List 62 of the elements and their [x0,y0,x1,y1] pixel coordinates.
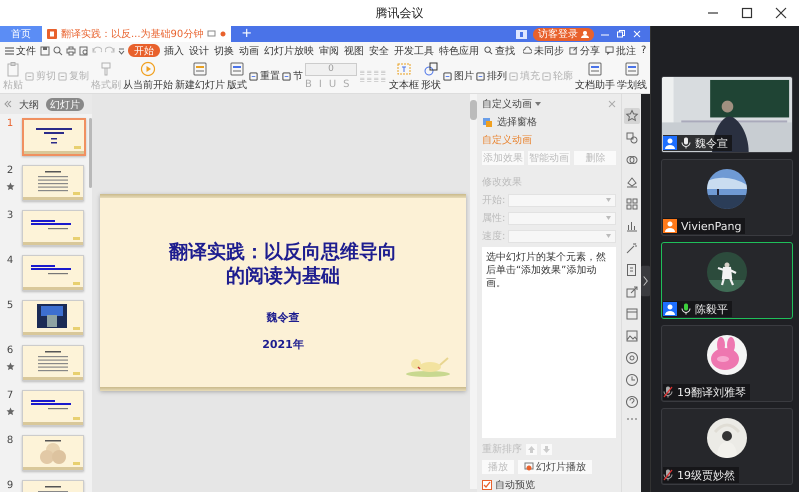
toolbar-action[interactable]: 批注 [604,44,637,58]
slide-date: 2021年 [262,337,304,352]
ribbon-button[interactable]: 图片 [443,69,474,83]
slide-number: 8 [6,435,14,446]
slide-author: 魏令查 [266,310,300,325]
ribbon-button[interactable]: 从当前开始 [123,60,173,92]
section-heading: 自定义动画 [482,134,533,147]
participant-name: 魏令宣 [695,136,728,150]
slideshow-button[interactable]: 幻灯片播放 [518,460,592,474]
menu-tab[interactable]: 设计 [188,44,210,58]
slide-number: 7 [6,390,14,401]
menu-tab[interactable]: 幻灯片放映 [263,44,315,58]
ribbon-button[interactable]: 形状 [421,60,441,92]
search-button[interactable]: 查找 [483,44,516,58]
participant-name: 19翻译刘雅琴 [677,384,746,400]
document-tab[interactable]: 翻译实践：以反...为基础90分钟 [42,26,232,42]
ribbon-button[interactable]: 文本框 [389,60,419,92]
panel-tab[interactable]: 大纲 [15,98,43,110]
ribbon-button[interactable]: 学划线 [617,60,647,92]
auto-preview-checkbox[interactable]: 自动预览 [482,478,616,492]
hint-text: 选中幻灯片的某个元素，然后单击“添加效果”添加动画。 [486,252,606,289]
menu-tab[interactable]: 视图 [343,44,365,58]
panel-tab[interactable]: 幻灯片 [46,98,84,110]
participant-name: VivienPang [681,220,742,232]
file-menu[interactable]: 文件 [4,44,37,58]
participant-tile[interactable]: 19翻译刘雅琴 [661,325,793,402]
toolbar-action[interactable]: 分享 [568,44,601,58]
slide-number: 1 [6,118,14,129]
participant-name: 19级贾妙然 [677,468,735,482]
ribbon-button[interactable]: 文档助手 [575,60,615,92]
participant-tile[interactable]: 19级贾妙然 [661,408,793,485]
ribbon-button[interactable]: 节 [282,69,303,83]
pane-title[interactable]: 自定义动画 [482,97,532,111]
menu-tab[interactable]: 安全 [368,44,390,58]
slide-number: 6 [6,345,14,356]
ribbon-button[interactable]: 重置 [249,69,280,83]
animation-list[interactable]: 选中幻灯片的某个元素，然后单击“添加效果”添加动画。 [482,247,616,438]
ribbon-button[interactable]: 版式 [227,60,247,92]
menu-tab[interactable]: 切换 [213,44,235,58]
participant-tile[interactable]: 魏令宣 [661,76,793,153]
slide-number: 4 [6,255,14,266]
slide-number: 2 [6,165,14,176]
slide-title: 翻译实践：以反向思维导向 的阅读为基础 [169,240,397,288]
participant-tile[interactable]: VivienPang [661,159,793,236]
menu-tab[interactable]: 动画 [238,44,260,58]
window-title: 腾讯会议 [376,4,424,22]
ribbon-button[interactable]: 排列 [476,69,507,83]
menu-tab[interactable]: 插入 [163,44,185,58]
menu-tab[interactable]: 审阅 [318,44,340,58]
participant-tile[interactable]: 陈毅平 [661,242,793,319]
menu-tab[interactable]: 特色应用 [438,44,480,58]
slide-number: 9 [6,480,14,491]
document-title: 翻译实践：以反...为基础90分钟 [61,28,204,41]
new-tab-button[interactable]: + [237,27,256,41]
slide-number: 5 [6,300,14,311]
selection-pane-button[interactable]: 选择窗格 [482,115,537,129]
slide-number: 3 [6,210,14,221]
participant-name: 陈毅平 [695,302,728,316]
help-button[interactable]: ? [640,45,648,56]
toolbar-action[interactable]: 未同步 [522,44,565,58]
menu-tab[interactable]: 开发工具 [393,44,435,58]
ribbon-button[interactable]: 新建幻灯片 [175,60,225,92]
